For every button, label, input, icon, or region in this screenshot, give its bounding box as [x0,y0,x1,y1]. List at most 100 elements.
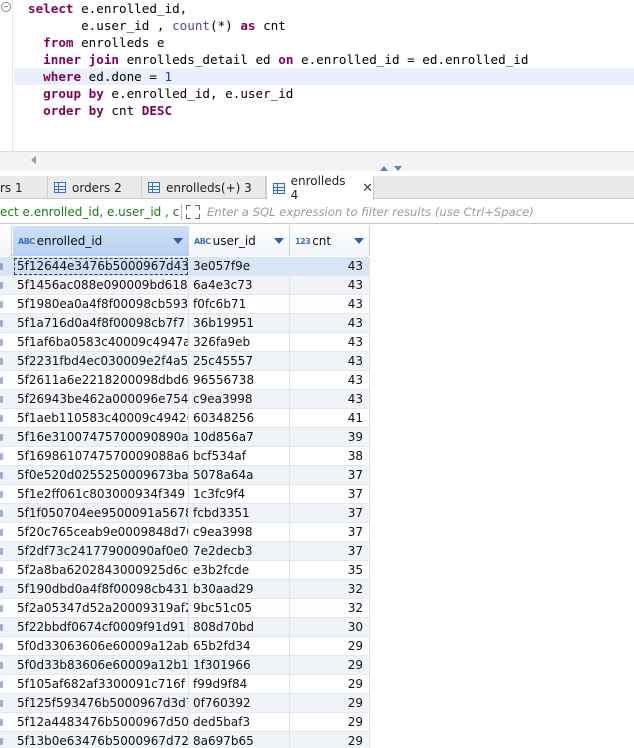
cell-cnt[interactable]: 35 [290,561,370,580]
tab-result-1[interactable]: rs 1 [0,176,48,199]
cell-enrolled-id[interactable]: 5f20c765ceab9e0009848d70 [13,523,189,542]
cell-user-id[interactable]: b30aad29 [189,580,290,599]
row-marker[interactable] [0,491,3,498]
row-marker[interactable] [0,681,3,688]
cell-cnt[interactable]: 43 [290,276,370,295]
row-marker[interactable] [0,586,3,593]
tab-enrolleds-4[interactable]: enrolleds 4 ✕ [266,174,374,202]
table-row[interactable]: 5f1aeb110583c40009c49426 60348256 41 [0,409,370,428]
cell-enrolled-id[interactable]: 5f1980ea0a4f8f00098cb593 [13,295,189,314]
cell-cnt[interactable]: 37 [290,485,370,504]
cell-enrolled-id[interactable]: 5f1698610747570009088a6a [13,447,189,466]
cell-user-id[interactable]: e3b2fcde [189,561,290,580]
cell-cnt[interactable]: 43 [290,352,370,371]
table-row[interactable]: 5f105af682af3300091c716f f99d9f84 29 [0,675,370,694]
cell-cnt[interactable]: 37 [290,523,370,542]
row-marker[interactable] [0,301,3,308]
table-row[interactable]: 5f1af6ba0583c40009c4947a 326fa9eb 43 [0,333,370,352]
cell-user-id[interactable]: 25c45557 [189,352,290,371]
row-marker[interactable] [0,529,3,536]
cell-user-id[interactable]: 9bc51c05 [189,599,290,618]
row-marker[interactable] [0,434,3,441]
sql-line[interactable]: order by cnt DESC [28,102,172,119]
query-text-preview[interactable]: ect e.enrolled_id, e.user_id , coun [0,205,180,219]
cell-user-id[interactable]: ded5baf3 [189,713,290,732]
cell-enrolled-id[interactable]: 5f125f593476b5000967d3d7 [13,694,189,713]
cell-user-id[interactable]: f0fc6b71 [189,295,290,314]
panel-resize-grip[interactable] [380,166,402,171]
table-row[interactable]: 5f1a716d0a4f8f00098cb7f7 36b19951 43 [0,314,370,333]
cell-user-id[interactable]: 808d70bd [189,618,290,637]
cell-enrolled-id[interactable]: 5f2611a6e2218200098dbd6d [13,371,189,390]
table-row[interactable]: 5f2231fbd4ec030009e2f4a5 25c45557 43 [0,352,370,371]
cell-user-id[interactable]: fcbd3351 [189,504,290,523]
cell-cnt[interactable]: 30 [290,618,370,637]
row-marker[interactable] [0,662,3,669]
cell-user-id[interactable]: 7e2decb3 [189,542,290,561]
cell-cnt[interactable]: 43 [290,390,370,409]
cell-cnt[interactable]: 32 [290,580,370,599]
table-row[interactable]: 5f12a4483476b5000967d509 ded5baf3 29 [0,713,370,732]
restore-results-arrow-icon[interactable] [394,166,402,171]
cell-enrolled-id[interactable]: 5f2a05347d52a20009319af2 [13,599,189,618]
cell-cnt[interactable]: 29 [290,656,370,675]
table-row[interactable]: 5f2a05347d52a20009319af2 9bc51c05 32 [0,599,370,618]
row-marker[interactable] [0,396,3,403]
table-row[interactable]: 5f2a8ba6202843000925d6c2 e3b2fcde 35 [0,561,370,580]
row-marker[interactable] [0,282,3,289]
row-marker[interactable] [0,415,3,422]
cell-cnt[interactable]: 43 [290,295,370,314]
sql-line[interactable]: select e.enrolled_id, [28,0,187,17]
cell-enrolled-id[interactable]: 5f1a716d0a4f8f00098cb7f7 [13,314,189,333]
sort-arrow-icon[interactable] [354,238,364,244]
table-row[interactable]: 5f2611a6e2218200098dbd6d 96556738 43 [0,371,370,390]
table-row[interactable]: 5f26943be462a000096e754e c9ea3998 43 [0,390,370,409]
cell-cnt[interactable]: 39 [290,428,370,447]
table-row[interactable]: 5f12644e3476b5000967d439 3e057f9e 43 [0,257,370,276]
cell-enrolled-id[interactable]: 5f22bbdf0674cf0009f91d91 [13,618,189,637]
row-marker[interactable] [0,700,3,707]
cell-cnt[interactable]: 43 [290,371,370,390]
table-row[interactable]: 5f125f593476b5000967d3d7 0f760392 29 [0,694,370,713]
row-marker[interactable] [0,548,3,555]
cell-enrolled-id[interactable]: 5f1456ac088e090009bd6188 [13,276,189,295]
sql-line[interactable]: group by e.enrolled_id, e.user_id [28,85,293,102]
row-marker[interactable] [0,472,3,479]
cell-user-id[interactable]: 60348256 [189,409,290,428]
cell-cnt[interactable]: 41 [290,409,370,428]
table-row[interactable]: 5f1456ac088e090009bd6188 6a4e3c73 43 [0,276,370,295]
cell-enrolled-id[interactable]: 5f12644e3476b5000967d439 [13,257,189,276]
cell-user-id[interactable]: bcf534af [189,447,290,466]
expand-filter-icon[interactable] [186,205,200,219]
cell-enrolled-id[interactable]: 5f2a8ba6202843000925d6c2 [13,561,189,580]
cell-enrolled-id[interactable]: 5f2df73c24177900090af0e0 [13,542,189,561]
sort-arrow-icon[interactable] [274,238,284,244]
row-marker[interactable] [0,738,3,745]
sql-line[interactable]: e.user_id , count(*) as cnt [28,17,286,34]
cell-enrolled-id[interactable]: 5f13b0e63476b5000967d72b [13,732,189,748]
cell-user-id[interactable]: 36b19951 [189,314,290,333]
cell-enrolled-id[interactable]: 5f105af682af3300091c716f [13,675,189,694]
row-marker[interactable] [0,719,3,726]
cell-user-id[interactable]: 326fa9eb [189,333,290,352]
row-marker[interactable] [0,605,3,612]
table-row[interactable]: 5f0e520d0255250009673ba4 5078a64a 37 [0,466,370,485]
cell-enrolled-id[interactable]: 5f190dbd0a4f8f00098cb431 [13,580,189,599]
table-row[interactable]: 5f0d33063606e60009a12aba 65b2fd34 29 [0,637,370,656]
cell-enrolled-id[interactable]: 5f12a4483476b5000967d509 [13,713,189,732]
cell-cnt[interactable]: 29 [290,637,370,656]
cell-cnt[interactable]: 29 [290,675,370,694]
column-header-cnt[interactable]: 123 cnt [290,226,370,256]
column-header-enrolled-id[interactable]: ABC enrolled_id [13,226,189,256]
cell-user-id[interactable]: f99d9f84 [189,675,290,694]
row-marker[interactable] [0,377,3,384]
filter-input[interactable]: Enter a SQL expression to filter results… [207,205,534,219]
cell-enrolled-id[interactable]: 5f1f050704ee9500091a5678 [13,504,189,523]
sort-arrow-icon[interactable] [173,238,183,244]
row-marker[interactable] [0,320,3,327]
row-marker[interactable] [0,263,3,270]
row-marker[interactable] [0,358,3,365]
cell-cnt[interactable]: 29 [290,713,370,732]
close-tab-icon[interactable]: ✕ [362,182,373,195]
sql-line[interactable]: where ed.done = 1 [14,68,634,85]
